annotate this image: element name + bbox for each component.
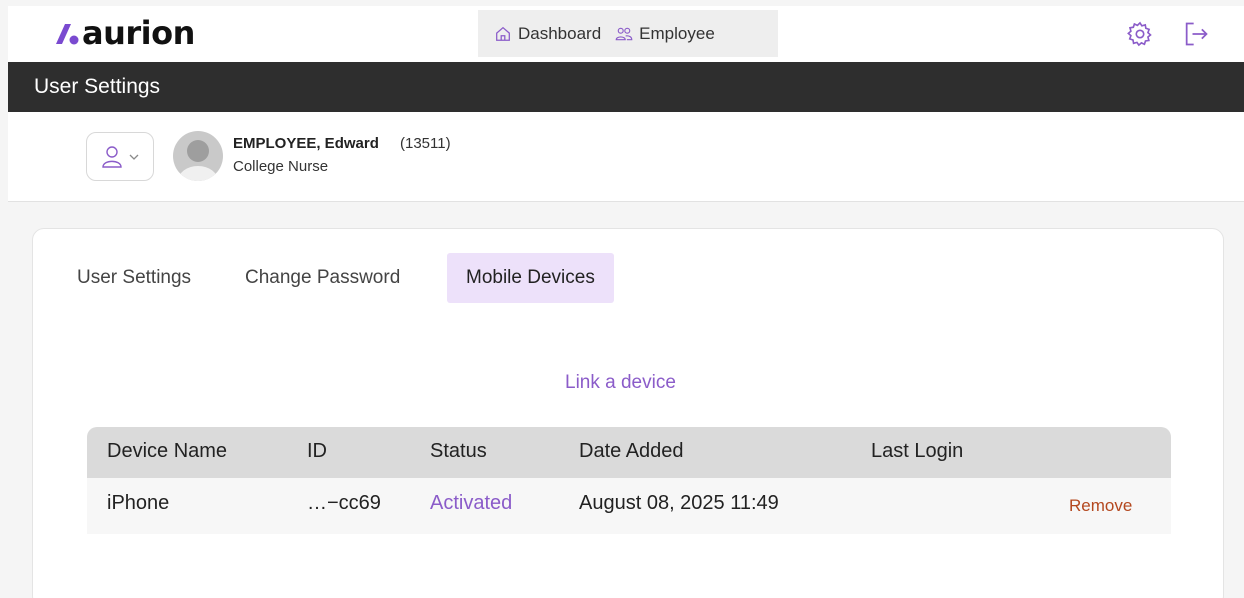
column-header-date-added: Date Added [579, 440, 684, 462]
gear-icon [1127, 21, 1152, 47]
tab-change-password[interactable]: Change Password [245, 253, 400, 303]
remove-device-button[interactable]: Remove [1069, 496, 1132, 516]
nav-employee[interactable]: Employee [615, 24, 715, 44]
avatar [173, 131, 223, 181]
page-title: User Settings [34, 75, 161, 98]
nav-employee-label: Employee [639, 23, 715, 43]
user-role: College Nurse [233, 158, 329, 175]
cell-status: Activated [430, 492, 513, 514]
top-navbar: aurion Dashboard Employee [8, 6, 1244, 62]
users-icon [615, 27, 633, 40]
avatar-placeholder-icon [178, 140, 218, 181]
link-device-button[interactable]: Link a device [565, 372, 676, 394]
tab-user-settings-label: User Settings [77, 267, 192, 288]
tab-mobile-devices-label: Mobile Devices [466, 267, 595, 288]
column-header-status: Status [430, 440, 487, 462]
logout-icon [1185, 22, 1208, 46]
home-icon [496, 26, 510, 41]
tab-change-password-label: Change Password [245, 267, 401, 288]
nav-dashboard-label: Dashboard [518, 23, 602, 43]
logo-mark-icon [56, 24, 79, 45]
user-id: (13511) [400, 135, 451, 152]
cell-date-added: August 08, 2025 11:49 [579, 492, 779, 514]
logout-button[interactable] [1182, 20, 1210, 48]
tab-mobile-devices[interactable]: Mobile Devices [447, 253, 614, 303]
cell-device-name: iPhone [107, 492, 170, 514]
page-title-bar: User Settings [8, 62, 1244, 112]
cell-device-id: …−cc69 [307, 492, 381, 514]
user-header: EMPLOYEE, Edward (13511) College Nurse [8, 112, 1244, 202]
logo-text: aurion [82, 14, 195, 52]
main-nav: Dashboard Employee [478, 10, 778, 57]
user-name: EMPLOYEE, Edward [233, 135, 379, 152]
tab-user-settings[interactable]: User Settings [77, 253, 191, 303]
devices-table: Device Name ID Status Date Added Last Lo… [87, 427, 1171, 534]
table-header: Device Name ID Status Date Added Last Lo… [87, 427, 1171, 478]
column-header-device-name: Device Name [107, 440, 228, 462]
nav-dashboard[interactable]: Dashboard [494, 24, 601, 44]
user-icon [102, 145, 122, 168]
column-header-id: ID [307, 440, 327, 462]
column-header-last-login: Last Login [871, 440, 964, 462]
settings-card: User Settings Change Password Mobile Dev… [32, 228, 1224, 598]
app-logo[interactable]: aurion [54, 14, 195, 52]
table-row: iPhone …−cc69 Activated August 08, 2025 … [87, 478, 1171, 534]
settings-button[interactable] [1126, 20, 1154, 48]
user-menu-dropdown[interactable] [86, 132, 154, 181]
chevron-down-icon [129, 154, 139, 160]
